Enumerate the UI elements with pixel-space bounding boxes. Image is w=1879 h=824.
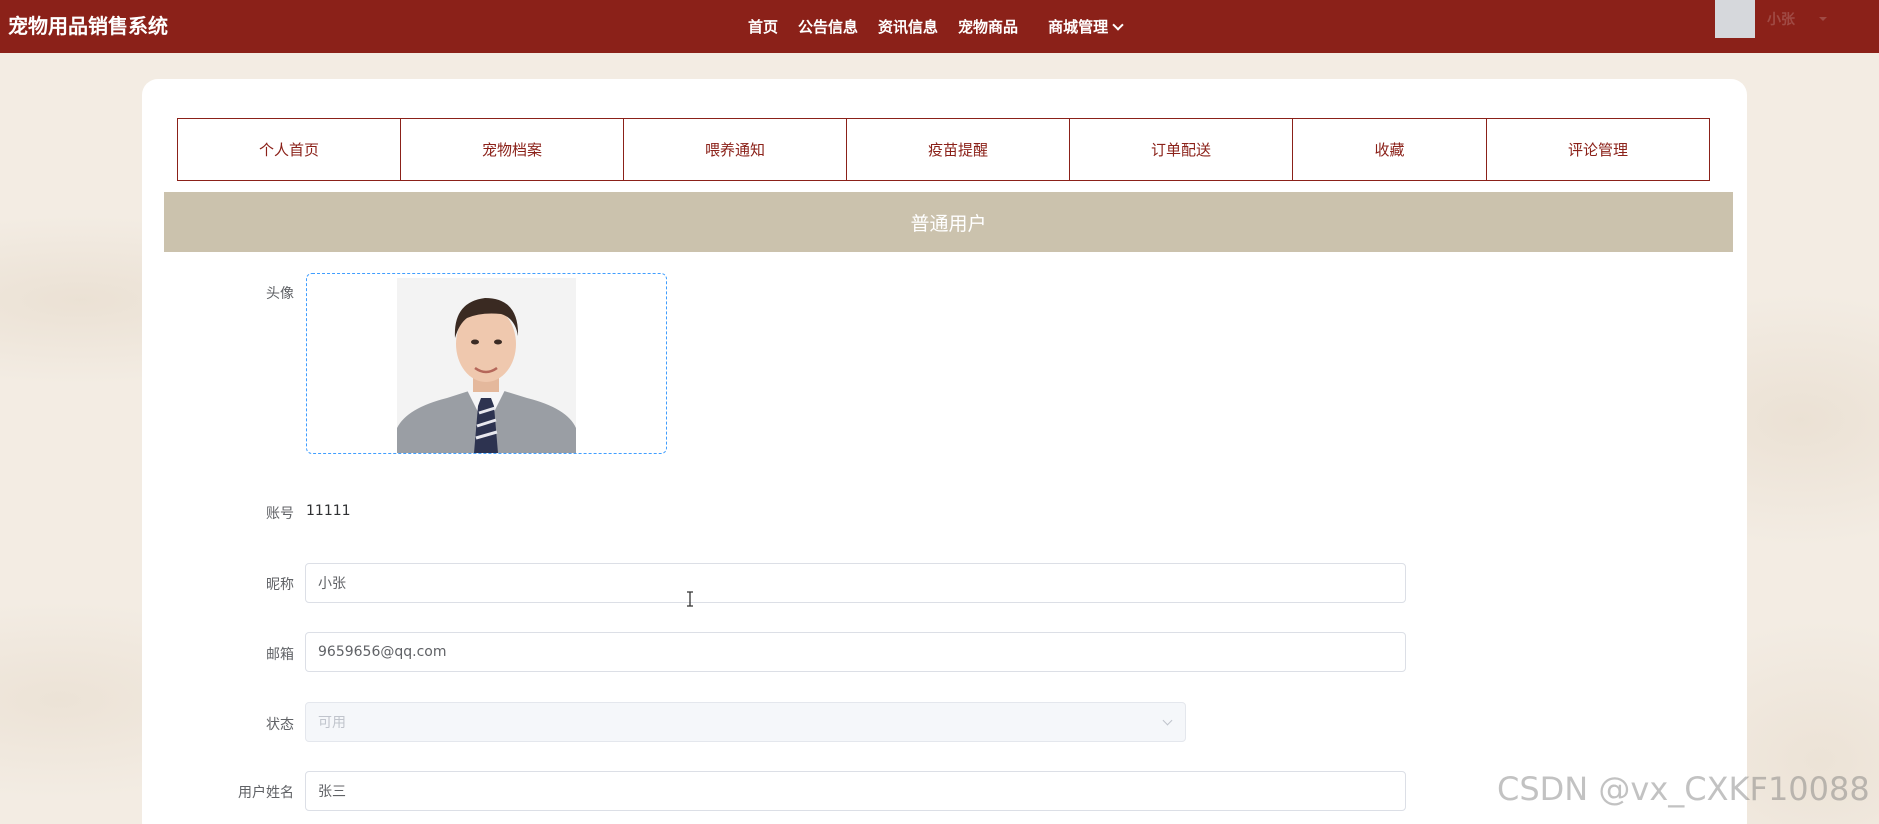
account-label: 账号 <box>266 506 294 522</box>
tab-personal-home[interactable]: 个人首页 <box>177 118 401 181</box>
avatar-photo <box>397 278 576 453</box>
nav-mall-management-label: 商城管理 <box>1048 18 1109 36</box>
tab-favorites[interactable]: 收藏 <box>1292 118 1487 181</box>
account-value: 11111 <box>306 503 351 519</box>
center-tabs: 个人首页 宠物档案 喂养通知 疫苗提醒 订单配送 收藏 评论管理 <box>177 118 1710 181</box>
nickname-input[interactable]: 小张 <box>305 563 1406 603</box>
caret-down-icon[interactable] <box>1819 17 1827 21</box>
tab-pet-records[interactable]: 宠物档案 <box>400 118 624 181</box>
realname-value: 张三 <box>318 784 346 800</box>
tab-comment-management[interactable]: 评论管理 <box>1486 118 1710 181</box>
nav-announcements[interactable]: 公告信息 <box>798 16 858 37</box>
user-name[interactable]: 小张 <box>1767 9 1795 29</box>
nav-mall-management[interactable]: 商城管理 <box>1048 16 1124 37</box>
realname-label: 用户姓名 <box>238 785 294 801</box>
user-avatar-icon[interactable] <box>1715 0 1755 38</box>
chevron-down-icon <box>1162 715 1173 726</box>
app-title: 宠物用品销售系统 <box>8 14 168 38</box>
email-input[interactable]: 9659656@qq.com <box>305 632 1406 672</box>
nickname-label: 昵称 <box>266 577 294 593</box>
main-nav: 首页 公告信息 资讯信息 宠物商品 商城管理 <box>748 16 1142 37</box>
email-value: 9659656@qq.com <box>318 644 447 660</box>
tab-feeding-notice[interactable]: 喂养通知 <box>623 118 847 181</box>
user-menu[interactable]: 小张 <box>1715 0 1827 38</box>
banner-title: 普通用户 <box>910 212 987 235</box>
avatar-upload[interactable] <box>306 273 667 454</box>
status-value: 可用 <box>318 715 346 731</box>
text-cursor-icon <box>687 591 693 607</box>
realname-input[interactable]: 张三 <box>305 771 1406 811</box>
nav-pet-products[interactable]: 宠物商品 <box>958 16 1018 37</box>
email-label: 邮箱 <box>266 647 294 663</box>
chevron-down-icon <box>1112 18 1124 31</box>
section-banner: 普通用户 <box>164 192 1733 252</box>
nav-home[interactable]: 首页 <box>748 16 778 37</box>
tab-vaccine-reminder[interactable]: 疫苗提醒 <box>846 118 1070 181</box>
status-label: 状态 <box>266 717 294 733</box>
tab-order-delivery[interactable]: 订单配送 <box>1069 118 1293 181</box>
top-navbar: 宠物用品销售系统 首页 公告信息 资讯信息 宠物商品 商城管理 小张 <box>0 0 1879 53</box>
nav-news[interactable]: 资讯信息 <box>878 16 938 37</box>
nickname-value: 小张 <box>318 576 346 592</box>
watermark: CSDN @vx_CXKF10088 <box>1497 770 1870 808</box>
status-select: 可用 <box>305 702 1186 742</box>
avatar-label: 头像 <box>266 286 294 302</box>
